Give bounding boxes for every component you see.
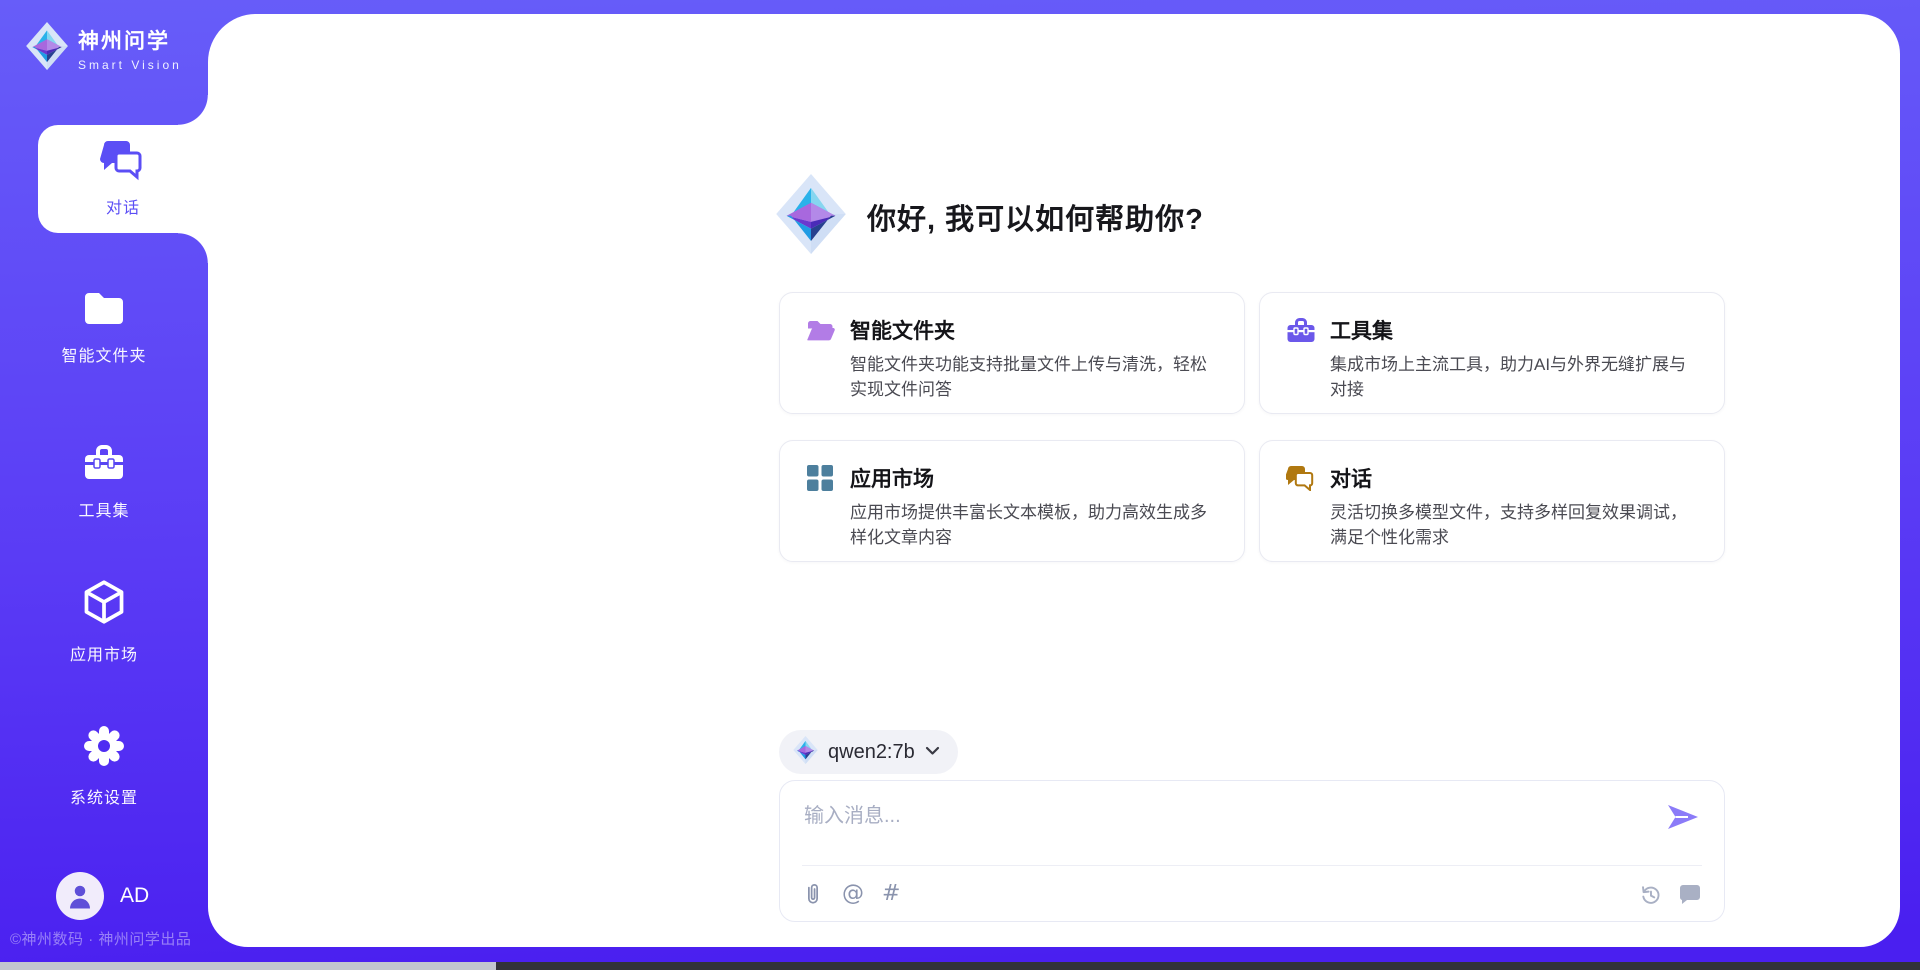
diamond-logo-icon xyxy=(26,22,68,75)
paperclip-icon[interactable] xyxy=(802,882,824,906)
greeting: 你好, 我可以如何帮助你? xyxy=(775,174,1204,259)
scrollbar-thumb[interactable] xyxy=(0,962,496,970)
greeting-title: 你好, 我可以如何帮助你? xyxy=(867,196,1204,238)
grid-icon xyxy=(806,463,850,493)
sidebar-item-label: 智能文件夹 xyxy=(61,342,146,366)
card-toolset[interactable]: 工具集 集成市场上主流工具，助力AI与外界无缝扩展与对接 xyxy=(1259,292,1725,414)
at-sign-icon[interactable]: @ xyxy=(842,883,864,905)
chevron-down-icon xyxy=(925,743,940,761)
feature-cards: 智能文件夹 智能文件夹功能支持批量文件上传与清洗，轻松实现文件问答 工具集 集成… xyxy=(779,292,1725,562)
diamond-logo-icon xyxy=(775,174,847,259)
history-icon[interactable] xyxy=(1639,883,1662,906)
person-avatar-icon xyxy=(56,872,104,920)
composer-divider xyxy=(802,865,1702,866)
toolbox-icon xyxy=(83,443,125,486)
horizontal-scrollbar[interactable] xyxy=(0,962,1920,970)
card-description: 智能文件夹功能支持批量文件上传与清洗，轻松实现文件问答 xyxy=(850,352,1218,413)
chat-bubble-icon[interactable] xyxy=(1678,884,1702,905)
copyright-footer: ©神州数码 · 神州问学出品 xyxy=(10,928,205,949)
brand-name: 神州问学 xyxy=(78,25,182,55)
toolbox-icon xyxy=(1286,315,1330,345)
card-app-market[interactable]: 应用市场 应用市场提供丰富长文本模板，助力高效生成多样化文章内容 xyxy=(779,440,1245,562)
sidebar-item-smart-folder[interactable]: 智能文件夹 xyxy=(0,290,208,366)
card-chat[interactable]: 对话 灵活切换多模型文件，支持多样回复效果调试，满足个性化需求 xyxy=(1259,440,1725,562)
card-title: 对话 xyxy=(1330,463,1698,493)
sidebar-item-chat[interactable]: 对话 xyxy=(38,125,208,233)
chat-bubbles-icon xyxy=(1286,463,1330,493)
card-description: 灵活切换多模型文件，支持多样回复效果调试，满足个性化需求 xyxy=(1330,500,1698,561)
gear-icon xyxy=(82,724,126,773)
sidebar-item-label: 对话 xyxy=(106,194,140,218)
cube-icon xyxy=(82,579,126,630)
message-input[interactable]: 输入消息... xyxy=(804,799,901,828)
message-composer[interactable]: 输入消息... @ # xyxy=(779,780,1725,922)
user-account[interactable]: AD xyxy=(56,872,149,920)
hash-icon[interactable]: # xyxy=(882,883,900,905)
sidebar-item-label: 应用市场 xyxy=(70,641,138,665)
sidebar-item-app-market[interactable]: 应用市场 xyxy=(0,579,208,665)
card-description: 应用市场提供丰富长文本模板，助力高效生成多样化文章内容 xyxy=(850,500,1218,561)
sidebar-item-label: 系统设置 xyxy=(70,784,138,808)
send-arrow-icon[interactable] xyxy=(1666,803,1700,831)
sidebar-item-label: 工具集 xyxy=(78,497,129,521)
brand: 神州问学 Smart Vision xyxy=(26,22,182,75)
brand-subtitle: Smart Vision xyxy=(78,58,182,72)
sidebar: 神州问学 Smart Vision 对话 xyxy=(0,0,208,970)
card-title: 应用市场 xyxy=(850,463,1218,493)
model-name: qwen2:7b xyxy=(828,741,915,764)
sidebar-item-toolset[interactable]: 工具集 xyxy=(0,443,208,521)
chat-bubbles-icon xyxy=(100,141,146,186)
user-name: AD xyxy=(120,884,149,908)
main-panel: 你好, 我可以如何帮助你? 智能文件夹 智能文件夹功能支持批量文件上传与清洗，轻… xyxy=(208,14,1900,947)
diamond-logo-icon xyxy=(793,736,818,769)
card-smart-folder[interactable]: 智能文件夹 智能文件夹功能支持批量文件上传与清洗，轻松实现文件问答 xyxy=(779,292,1245,414)
app-root: 神州问学 Smart Vision 对话 xyxy=(0,0,1920,970)
card-description: 集成市场上主流工具，助力AI与外界无缝扩展与对接 xyxy=(1330,352,1698,413)
folder-icon xyxy=(83,290,125,331)
model-selector[interactable]: qwen2:7b xyxy=(779,730,958,774)
sidebar-item-settings[interactable]: 系统设置 xyxy=(0,724,208,808)
card-title: 工具集 xyxy=(1330,315,1698,345)
open-folder-icon xyxy=(806,315,850,345)
card-title: 智能文件夹 xyxy=(850,315,1218,345)
